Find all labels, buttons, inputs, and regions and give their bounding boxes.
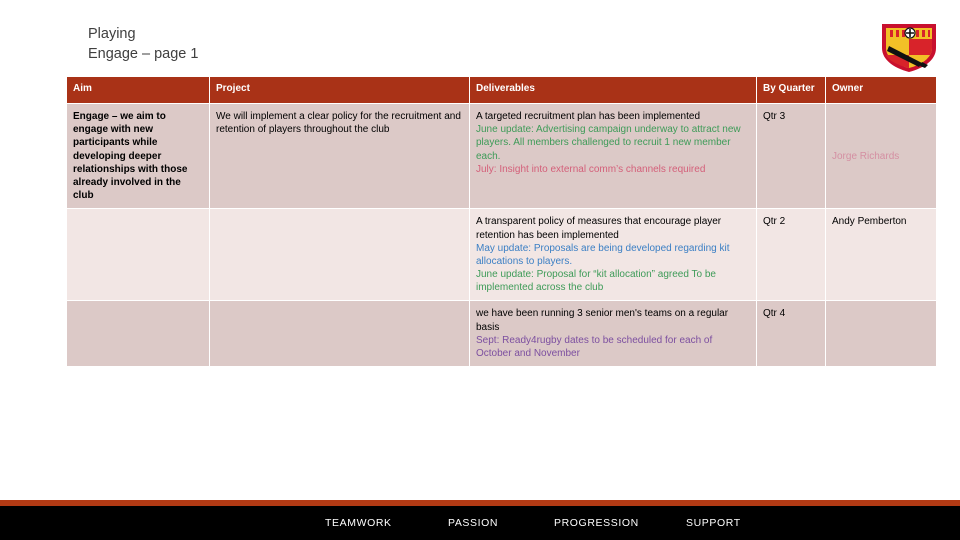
deliverable-line: A targeted recruitment plan has been imp… bbox=[476, 111, 701, 122]
column-header-deliverables: Deliverables bbox=[470, 77, 756, 103]
footer-values-list: TEAMWORK PASSION PROGRESSION SUPPORT bbox=[0, 506, 960, 540]
page-title-line-1: Playing bbox=[88, 26, 136, 42]
footer-value-support: SUPPORT bbox=[686, 517, 741, 529]
cell-deliverables: A targeted recruitment plan has been imp… bbox=[470, 104, 756, 209]
cell-aim bbox=[67, 209, 209, 301]
footer-value-progression: PROGRESSION bbox=[554, 517, 639, 529]
footer-value-passion: PASSION bbox=[448, 517, 499, 529]
aim-text: Engage – we aim to engage with new parti… bbox=[73, 111, 188, 202]
column-header-by-quarter: By Quarter bbox=[757, 77, 825, 103]
owner-name: Jorge Richards bbox=[832, 150, 900, 162]
cell-project bbox=[210, 209, 469, 301]
deliverable-line: July: Insight into external comm’s chann… bbox=[476, 163, 706, 175]
cell-by-quarter: Qtr 4 bbox=[757, 301, 825, 367]
column-header-aim: Aim bbox=[67, 77, 209, 103]
column-header-owner: Owner bbox=[826, 77, 936, 103]
deliverable-line: Sept: Ready4rugby dates to be scheduled … bbox=[476, 334, 713, 359]
owner-name: Andy Pemberton bbox=[832, 216, 907, 228]
club-crest-icon bbox=[876, 22, 942, 74]
engagement-plan-table: Aim Project Deliverables By Quarter Owne… bbox=[66, 76, 937, 368]
deliverable-line: we have been running 3 senior men's team… bbox=[476, 308, 729, 333]
deliverable-line: May update: Proposals are being develope… bbox=[476, 242, 730, 267]
cell-by-quarter: Qtr 3 bbox=[757, 104, 825, 209]
deliverable-line: June update: Proposal for “kit allocatio… bbox=[476, 269, 716, 294]
cell-deliverables: we have been running 3 senior men's team… bbox=[470, 301, 756, 367]
cell-by-quarter: Qtr 2 bbox=[757, 209, 825, 301]
table-header-row: Aim Project Deliverables By Quarter Owne… bbox=[67, 77, 936, 103]
table-row: Engage – we aim to engage with new parti… bbox=[67, 104, 936, 209]
footer-value-teamwork: TEAMWORK bbox=[325, 517, 392, 529]
page-title: Playing Engage – page 1 bbox=[88, 25, 198, 64]
cell-project: We will implement a clear policy for the… bbox=[210, 104, 469, 209]
cell-aim: Engage – we aim to engage with new parti… bbox=[67, 104, 209, 209]
cell-owner: Jorge Richards bbox=[826, 104, 936, 209]
column-header-project: Project bbox=[210, 77, 469, 103]
cell-deliverables: A transparent policy of measures that en… bbox=[470, 209, 756, 301]
cell-owner: Andy Pemberton bbox=[826, 209, 936, 301]
table-row: A transparent policy of measures that en… bbox=[67, 209, 936, 301]
page-title-line-2: Engage – page 1 bbox=[88, 45, 199, 62]
deliverable-line: June update: Advertising campaign underw… bbox=[476, 124, 741, 162]
cell-aim bbox=[67, 301, 209, 367]
table-row: we have been running 3 senior men's team… bbox=[67, 301, 936, 367]
deliverable-line: A transparent policy of measures that en… bbox=[476, 216, 722, 241]
cell-project bbox=[210, 301, 469, 367]
cell-owner bbox=[826, 301, 936, 367]
